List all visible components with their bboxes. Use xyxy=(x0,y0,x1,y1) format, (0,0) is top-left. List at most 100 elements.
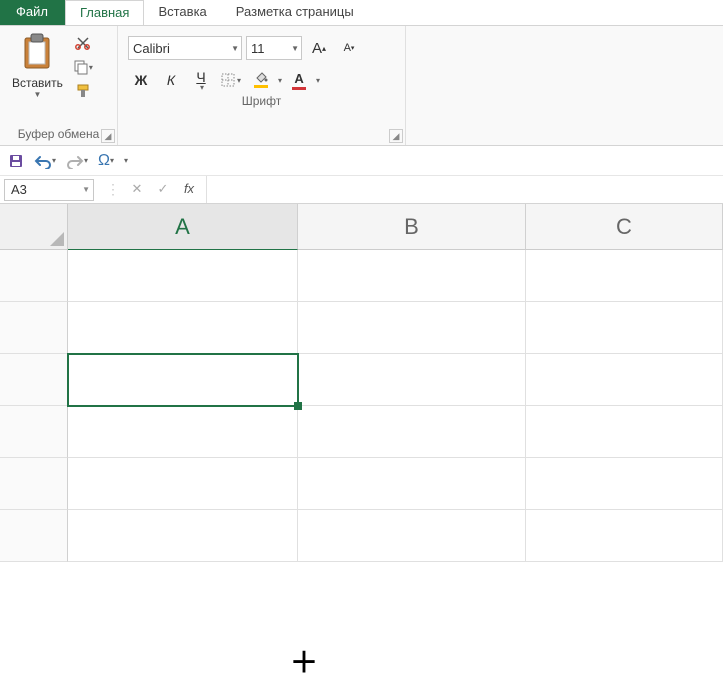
x-icon: ✕ xyxy=(132,181,143,196)
undo-button[interactable]: ▾ xyxy=(34,153,56,169)
cell-A3[interactable] xyxy=(68,354,298,406)
select-all-corner[interactable] xyxy=(0,204,68,250)
formula-bar-row: A3 ▼ ⋮ ✕ ✓ fx xyxy=(0,176,723,204)
cell-B1[interactable] xyxy=(298,250,526,302)
save-icon xyxy=(8,153,24,169)
omega-icon: Ω xyxy=(98,152,110,170)
fill-handle[interactable] xyxy=(294,402,302,410)
format-painter-button[interactable] xyxy=(73,82,93,100)
caret-icon[interactable]: ▾ xyxy=(316,76,320,85)
font-size-combo[interactable]: 11 ▼ xyxy=(246,36,302,60)
row-header-2[interactable] xyxy=(0,302,68,354)
cell-B2[interactable] xyxy=(298,302,526,354)
cancel-formula-button[interactable]: ✕ xyxy=(128,181,146,198)
insert-function-button[interactable]: fx xyxy=(180,181,198,198)
decrease-font-button[interactable]: A▾ xyxy=(336,36,362,60)
fill-cursor-icon: ＋ xyxy=(290,649,318,677)
bucket-icon xyxy=(254,72,268,84)
bold-label: Ж xyxy=(135,72,148,88)
cell-A4[interactable] xyxy=(68,406,298,458)
caret-icon: ▾ xyxy=(110,156,114,165)
cell-B5[interactable] xyxy=(298,458,526,510)
tab-insert[interactable]: Вставка xyxy=(144,0,221,25)
cell-B3[interactable] xyxy=(298,354,526,406)
name-box-value: A3 xyxy=(11,182,27,197)
caret-icon: ▾ xyxy=(84,156,88,165)
redo-button[interactable]: ▾ xyxy=(66,153,88,169)
cell-A6[interactable] xyxy=(68,510,298,562)
cell-C6[interactable] xyxy=(526,510,723,562)
font-name-combo[interactable]: Calibri ▼ xyxy=(128,36,242,60)
font-color-icon: А xyxy=(294,71,303,86)
italic-button[interactable]: К xyxy=(158,68,184,92)
group-clipboard-label: Буфер обмена xyxy=(6,125,111,143)
brush-icon xyxy=(75,83,91,99)
caret-icon[interactable]: ▾ xyxy=(278,76,282,85)
cell-A2[interactable] xyxy=(68,302,298,354)
paste-icon xyxy=(19,32,55,74)
ribbon-tabs: Файл Главная Вставка Разметка страницы xyxy=(0,0,723,26)
copy-button[interactable]: ▾ xyxy=(73,58,93,76)
column-header-A[interactable]: A xyxy=(68,204,298,250)
row-header-5[interactable] xyxy=(0,458,68,510)
fill-color-button[interactable] xyxy=(248,68,274,92)
cell-C4[interactable] xyxy=(526,406,723,458)
row-header-3[interactable] xyxy=(0,354,68,406)
column-header-B[interactable]: B xyxy=(298,204,526,250)
cell-A5[interactable] xyxy=(68,458,298,510)
chevron-down-icon: ▼ xyxy=(291,44,299,53)
name-box[interactable]: A3 ▼ xyxy=(4,179,94,201)
tab-file[interactable]: Файл xyxy=(0,0,65,25)
cut-button[interactable] xyxy=(73,34,93,52)
caret-icon: ▾ xyxy=(52,156,56,165)
paste-button[interactable]: Вставить ▼ xyxy=(6,30,69,101)
cell-C3[interactable] xyxy=(526,354,723,406)
check-icon: ✓ xyxy=(158,181,169,196)
copy-icon xyxy=(73,59,89,75)
caret-icon: ▾ xyxy=(237,76,241,85)
cell-C2[interactable] xyxy=(526,302,723,354)
underline-button[interactable]: Ч ▾ xyxy=(188,68,214,92)
cell-C1[interactable] xyxy=(526,250,723,302)
fill-color-bar xyxy=(254,85,268,88)
qat-customize[interactable]: ▾ xyxy=(124,156,128,165)
row-header-6[interactable] xyxy=(0,510,68,562)
dots-icon: ⋮ xyxy=(106,181,120,198)
row-header-4[interactable] xyxy=(0,406,68,458)
spreadsheet-grid: ABC ＋ xyxy=(0,204,723,562)
italic-label: К xyxy=(167,72,175,88)
increase-font-button[interactable]: A▴ xyxy=(306,36,332,60)
tab-home[interactable]: Главная xyxy=(65,0,144,25)
fx-label: fx xyxy=(184,181,194,196)
row-header-1[interactable] xyxy=(0,250,68,302)
caret-icon: ▾ xyxy=(200,83,204,92)
group-clipboard: Вставить ▼ ▾ Буфер обмена ◢ xyxy=(0,26,118,145)
cell-B4[interactable] xyxy=(298,406,526,458)
group-font-label: Шрифт xyxy=(124,92,399,110)
paste-label: Вставить xyxy=(12,76,63,90)
accept-formula-button[interactable]: ✓ xyxy=(154,181,172,198)
borders-button[interactable]: ▾ xyxy=(218,68,244,92)
column-header-C[interactable]: C xyxy=(526,204,723,250)
borders-icon xyxy=(221,73,235,87)
tab-page-layout[interactable]: Разметка страницы xyxy=(222,0,369,25)
font-color-bar xyxy=(292,87,306,90)
cell-B6[interactable] xyxy=(298,510,526,562)
cell-C5[interactable] xyxy=(526,458,723,510)
caret-icon: ▼ xyxy=(33,90,41,99)
font-color-button[interactable]: А xyxy=(286,68,312,92)
font-name-value: Calibri xyxy=(133,41,170,56)
formula-input[interactable] xyxy=(206,176,723,203)
save-button[interactable] xyxy=(8,153,24,169)
quick-access-toolbar: ▾ ▾ Ω ▾ ▾ xyxy=(0,146,723,176)
redo-icon xyxy=(66,153,84,169)
scissors-icon xyxy=(75,35,91,51)
ribbon: Вставить ▼ ▾ Буфер обмена ◢ xyxy=(0,26,723,146)
cell-A1[interactable] xyxy=(68,250,298,302)
clipboard-launcher[interactable]: ◢ xyxy=(101,129,115,143)
symbol-button[interactable]: Ω ▾ xyxy=(98,152,114,170)
font-launcher[interactable]: ◢ xyxy=(389,129,403,143)
group-font: Calibri ▼ 11 ▼ A▴ A▾ Ж К Ч ▾ xyxy=(118,26,406,145)
decrease-font-icon: A xyxy=(344,42,351,54)
bold-button[interactable]: Ж xyxy=(128,68,154,92)
